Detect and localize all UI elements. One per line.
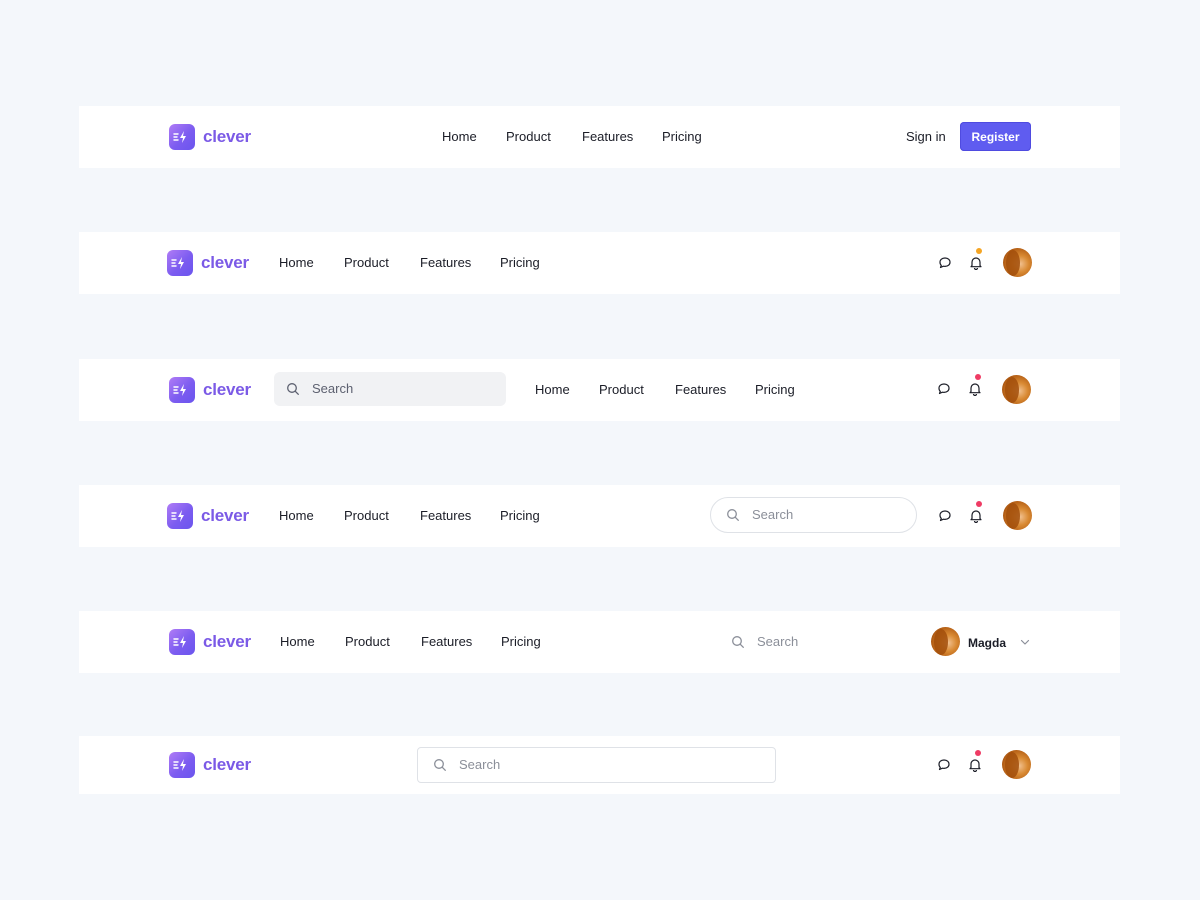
brand-logo[interactable]: clever bbox=[169, 124, 251, 150]
chat-icon[interactable] bbox=[937, 382, 951, 396]
nav-home[interactable]: Home bbox=[279, 256, 314, 270]
nav-home[interactable]: Home bbox=[279, 509, 314, 523]
nav-features[interactable]: Features bbox=[675, 383, 726, 397]
nav-pricing[interactable]: Pricing bbox=[662, 130, 702, 144]
search-input[interactable]: Search bbox=[274, 372, 506, 406]
brand-name: clever bbox=[201, 506, 249, 525]
lightning-bolt-icon bbox=[169, 124, 195, 150]
search-icon bbox=[732, 636, 744, 648]
brand-name: clever bbox=[203, 380, 251, 399]
lightning-bolt-icon bbox=[167, 250, 193, 276]
navbar-variant-5: clever Home Product Features Pricing Sea… bbox=[79, 611, 1120, 673]
lightning-bolt-icon bbox=[167, 503, 193, 529]
nav-pricing[interactable]: Pricing bbox=[755, 383, 795, 397]
search-icon bbox=[727, 509, 739, 521]
lightning-bolt-icon bbox=[169, 629, 195, 655]
bell-icon[interactable] bbox=[968, 381, 982, 396]
search-placeholder: Search bbox=[752, 507, 794, 522]
avatar[interactable] bbox=[1002, 750, 1031, 779]
search-input[interactable]: Search bbox=[710, 497, 917, 533]
register-button[interactable]: Register bbox=[960, 122, 1031, 151]
search-input[interactable]: Search bbox=[731, 633, 798, 651]
chat-icon[interactable] bbox=[937, 758, 951, 772]
brand-name: clever bbox=[203, 632, 251, 651]
brand-name: clever bbox=[203, 755, 251, 774]
brand-logo[interactable]: clever bbox=[167, 503, 249, 529]
search-input[interactable]: Search bbox=[417, 747, 776, 783]
nav-product[interactable]: Product bbox=[345, 635, 390, 649]
nav-features[interactable]: Features bbox=[420, 256, 471, 270]
notification-dot bbox=[975, 374, 981, 380]
nav-home[interactable]: Home bbox=[442, 130, 477, 144]
sign-in-link[interactable]: Sign in bbox=[906, 130, 946, 144]
avatar[interactable] bbox=[1003, 248, 1032, 277]
chat-icon[interactable] bbox=[938, 509, 952, 523]
nav-home[interactable]: Home bbox=[535, 383, 570, 397]
nav-pricing[interactable]: Pricing bbox=[500, 509, 540, 523]
chevron-down-icon[interactable] bbox=[1020, 638, 1030, 646]
lightning-bolt-icon bbox=[169, 377, 195, 403]
search-placeholder: Search bbox=[312, 381, 354, 396]
nav-home[interactable]: Home bbox=[280, 635, 315, 649]
nav-product[interactable]: Product bbox=[506, 130, 551, 144]
navbar-variant-2: clever Home Product Features Pricing bbox=[79, 232, 1120, 294]
nav-pricing[interactable]: Pricing bbox=[500, 256, 540, 270]
navbar-variant-4: clever Home Product Features Pricing Sea… bbox=[79, 485, 1120, 547]
notification-dot bbox=[976, 248, 982, 254]
brand-name: clever bbox=[201, 253, 249, 272]
bell-icon[interactable] bbox=[968, 757, 982, 772]
avatar[interactable] bbox=[1003, 501, 1032, 530]
notification-dot bbox=[976, 501, 982, 507]
user-name[interactable]: Magda bbox=[968, 636, 1006, 650]
nav-product[interactable]: Product bbox=[344, 256, 389, 270]
nav-pricing[interactable]: Pricing bbox=[501, 635, 541, 649]
avatar[interactable] bbox=[931, 627, 960, 656]
search-icon bbox=[434, 759, 446, 771]
search-icon bbox=[287, 383, 299, 395]
avatar[interactable] bbox=[1002, 375, 1031, 404]
brand-logo[interactable]: clever bbox=[169, 377, 251, 403]
navbar-variant-1: clever Home Product Features Pricing Sig… bbox=[79, 106, 1120, 168]
nav-features[interactable]: Features bbox=[582, 130, 633, 144]
nav-features[interactable]: Features bbox=[421, 635, 472, 649]
bell-icon[interactable] bbox=[969, 255, 983, 270]
navbar-variant-3: clever Search Home Product Features Pric… bbox=[79, 359, 1120, 421]
lightning-bolt-icon bbox=[169, 752, 195, 778]
brand-logo[interactable]: clever bbox=[169, 752, 251, 778]
nav-product[interactable]: Product bbox=[344, 509, 389, 523]
brand-logo[interactable]: clever bbox=[167, 250, 249, 276]
brand-name: clever bbox=[203, 127, 251, 146]
nav-features[interactable]: Features bbox=[420, 509, 471, 523]
brand-logo[interactable]: clever bbox=[169, 629, 251, 655]
nav-product[interactable]: Product bbox=[599, 383, 644, 397]
navbar-variant-6: clever Search bbox=[79, 736, 1120, 794]
notification-dot bbox=[975, 750, 981, 756]
chat-icon[interactable] bbox=[938, 256, 952, 270]
search-placeholder: Search bbox=[757, 634, 799, 649]
bell-icon[interactable] bbox=[969, 508, 983, 523]
search-placeholder: Search bbox=[459, 757, 501, 772]
